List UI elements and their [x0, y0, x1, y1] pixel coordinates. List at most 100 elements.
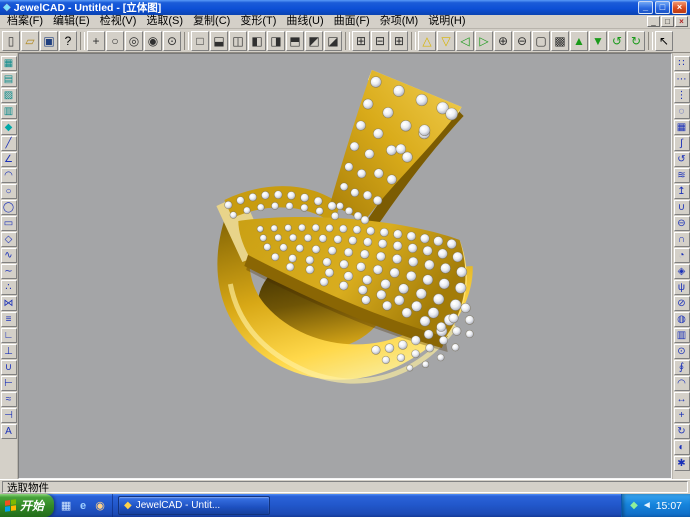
gem-place-tool-button[interactable]: ◈	[674, 264, 690, 279]
array-column-button[interactable]: ⋮	[674, 88, 690, 103]
volume-tray-icon[interactable]: ◄	[642, 501, 652, 511]
move-tool-button[interactable]: +	[674, 408, 690, 423]
channel-tool-button[interactable]: ▥	[674, 328, 690, 343]
menu-surface[interactable]: 曲面(F)	[329, 15, 375, 28]
rotate-view-up-button[interactable]: △	[418, 31, 436, 51]
zoom-out-button[interactable]: ⊖	[513, 31, 531, 51]
curve-edit-tool-button[interactable]: ∼	[1, 264, 17, 279]
mdi-close-button[interactable]: ×	[675, 16, 688, 27]
show-desktop-icon[interactable]: ▦	[59, 499, 73, 513]
taskbar-clock[interactable]: 15:07	[656, 500, 682, 512]
matrix-transform-button[interactable]: ▦	[674, 120, 690, 135]
zoom-in-button[interactable]: ⊕	[494, 31, 512, 51]
gem-color-button[interactable]: ◆	[1, 120, 17, 135]
zoom-window-button[interactable]: ▢	[532, 31, 550, 51]
fillet-tool-button[interactable]: ∟	[1, 328, 17, 343]
render-tool-button[interactable]: ◐	[674, 440, 690, 455]
viewport-left-fill-button[interactable]: ◧	[248, 31, 266, 51]
extrude-tool-button[interactable]: ↥	[674, 184, 690, 199]
close-button[interactable]: ×	[672, 1, 687, 14]
texture-palette-button[interactable]: ▨	[1, 88, 17, 103]
boolean-intersect-button[interactable]: ∩	[674, 232, 690, 247]
freeform-curve-tool-button[interactable]: ∿	[1, 248, 17, 263]
viewport-corner-fill-button[interactable]: ◩	[305, 31, 323, 51]
mdi-restore-button[interactable]: □	[661, 16, 674, 27]
viewport-bottom-fill-button[interactable]: ⬓	[210, 31, 228, 51]
ellipse-tool-button[interactable]: ◯	[1, 200, 17, 215]
internet-explorer-icon[interactable]: e	[76, 499, 90, 513]
bend-tool-button[interactable]: ◠	[674, 376, 690, 391]
revolve-tool-button[interactable]: ↺	[674, 152, 690, 167]
menu-misc[interactable]: 杂项(M)	[375, 15, 424, 28]
smooth-tool-button[interactable]: ≈	[1, 392, 17, 407]
rectangle-tool-button[interactable]: ▭	[1, 216, 17, 231]
circle-center-button[interactable]: ○	[106, 31, 124, 51]
viewport-split-button[interactable]: ◫	[229, 31, 247, 51]
viewport-top-fill-button[interactable]: ⬒	[286, 31, 304, 51]
menu-select[interactable]: 选取(S)	[141, 15, 188, 28]
media-player-icon[interactable]: ◉	[93, 499, 107, 513]
menu-copy[interactable]: 复制(C)	[188, 15, 235, 28]
loft-tool-button[interactable]: ≋	[674, 168, 690, 183]
undo-view-button[interactable]: ↺	[608, 31, 626, 51]
menu-curve[interactable]: 曲线(U)	[281, 15, 328, 28]
sweep-tool-button[interactable]: ∫	[674, 136, 690, 151]
join-tool-button[interactable]: ∪	[1, 360, 17, 375]
polygon-tool-button[interactable]: ◇	[1, 232, 17, 247]
antivirus-tray-icon[interactable]: ◆	[630, 501, 638, 511]
options-tool-button[interactable]: ✱	[674, 456, 690, 471]
save-file-button[interactable]: ▣	[40, 31, 58, 51]
pan-up-button[interactable]: ▲	[570, 31, 588, 51]
bezel-tool-button[interactable]: ◍	[674, 312, 690, 327]
point-edit-tool-button[interactable]: ∴	[1, 280, 17, 295]
minimize-button[interactable]: _	[638, 1, 653, 14]
array-circular-button[interactable]: ◌	[674, 104, 690, 119]
layout-grid-button[interactable]: ⊞	[352, 31, 370, 51]
break-tool-button[interactable]: ⊢	[1, 376, 17, 391]
pan-down-button[interactable]: ▼	[589, 31, 607, 51]
shell-tool-button[interactable]: ◔	[674, 248, 690, 263]
scale-tool-button[interactable]: ↔	[674, 392, 690, 407]
twist-tool-button[interactable]: ∮	[674, 360, 690, 375]
menu-transform[interactable]: 变形(T)	[235, 15, 281, 28]
pointer-crosshair-button[interactable]: +	[87, 31, 105, 51]
viewport-plain-button[interactable]: □	[191, 31, 209, 51]
start-button[interactable]: 开始	[0, 494, 54, 517]
line-tool-button[interactable]: ╱	[1, 136, 17, 151]
menu-view[interactable]: 检视(V)	[95, 15, 142, 28]
viewport-right-fill-button[interactable]: ◨	[267, 31, 285, 51]
menu-file[interactable]: 档案(F)	[2, 15, 48, 28]
redo-view-button[interactable]: ↻	[627, 31, 645, 51]
circle-filled-button[interactable]: ◉	[144, 31, 162, 51]
layout-split-button[interactable]: ⊟	[371, 31, 389, 51]
taskbar-task-jewelcad[interactable]: ◆ JewelCAD - Untit...	[118, 496, 270, 515]
menu-edit[interactable]: 编辑(E)	[48, 15, 95, 28]
select-cursor-button[interactable]: ↖	[655, 31, 673, 51]
zoom-extents-button[interactable]: ▩	[551, 31, 569, 51]
circle-target-button[interactable]: ◎	[125, 31, 143, 51]
menu-help[interactable]: 说明(H)	[423, 15, 470, 28]
boolean-union-button[interactable]: ∪	[674, 200, 690, 215]
mdi-minimize-button[interactable]: _	[647, 16, 660, 27]
gem-palette-button[interactable]: ▦	[1, 56, 17, 71]
measure-tool-button[interactable]: ⊣	[1, 408, 17, 423]
array-grid-button[interactable]: ∷	[674, 56, 690, 71]
trim-tool-button[interactable]: ⊥	[1, 344, 17, 359]
viewport-corner-fill-alt-button[interactable]: ◪	[324, 31, 342, 51]
open-file-button[interactable]: ▱	[21, 31, 39, 51]
polyline-tool-button[interactable]: ∠	[1, 152, 17, 167]
rotate-view-left-button[interactable]: ◁	[456, 31, 474, 51]
context-help-button[interactable]: ?	[59, 31, 77, 51]
circle-tool-button[interactable]: ○	[1, 184, 17, 199]
rotate-view-right-button[interactable]: ▷	[475, 31, 493, 51]
array-row-button[interactable]: ⋯	[674, 72, 690, 87]
pipe-tool-button[interactable]: ⊙	[674, 344, 690, 359]
prong-tool-button[interactable]: ψ	[674, 280, 690, 295]
rotate-tool-button[interactable]: ↻	[674, 424, 690, 439]
text-tool-button[interactable]: A	[1, 424, 17, 439]
rotate-view-down-button[interactable]: ▽	[437, 31, 455, 51]
maximize-button[interactable]: □	[655, 1, 670, 14]
new-file-button[interactable]: ▯	[2, 31, 20, 51]
arc-tool-button[interactable]: ◠	[1, 168, 17, 183]
material-palette-button[interactable]: ▤	[1, 72, 17, 87]
